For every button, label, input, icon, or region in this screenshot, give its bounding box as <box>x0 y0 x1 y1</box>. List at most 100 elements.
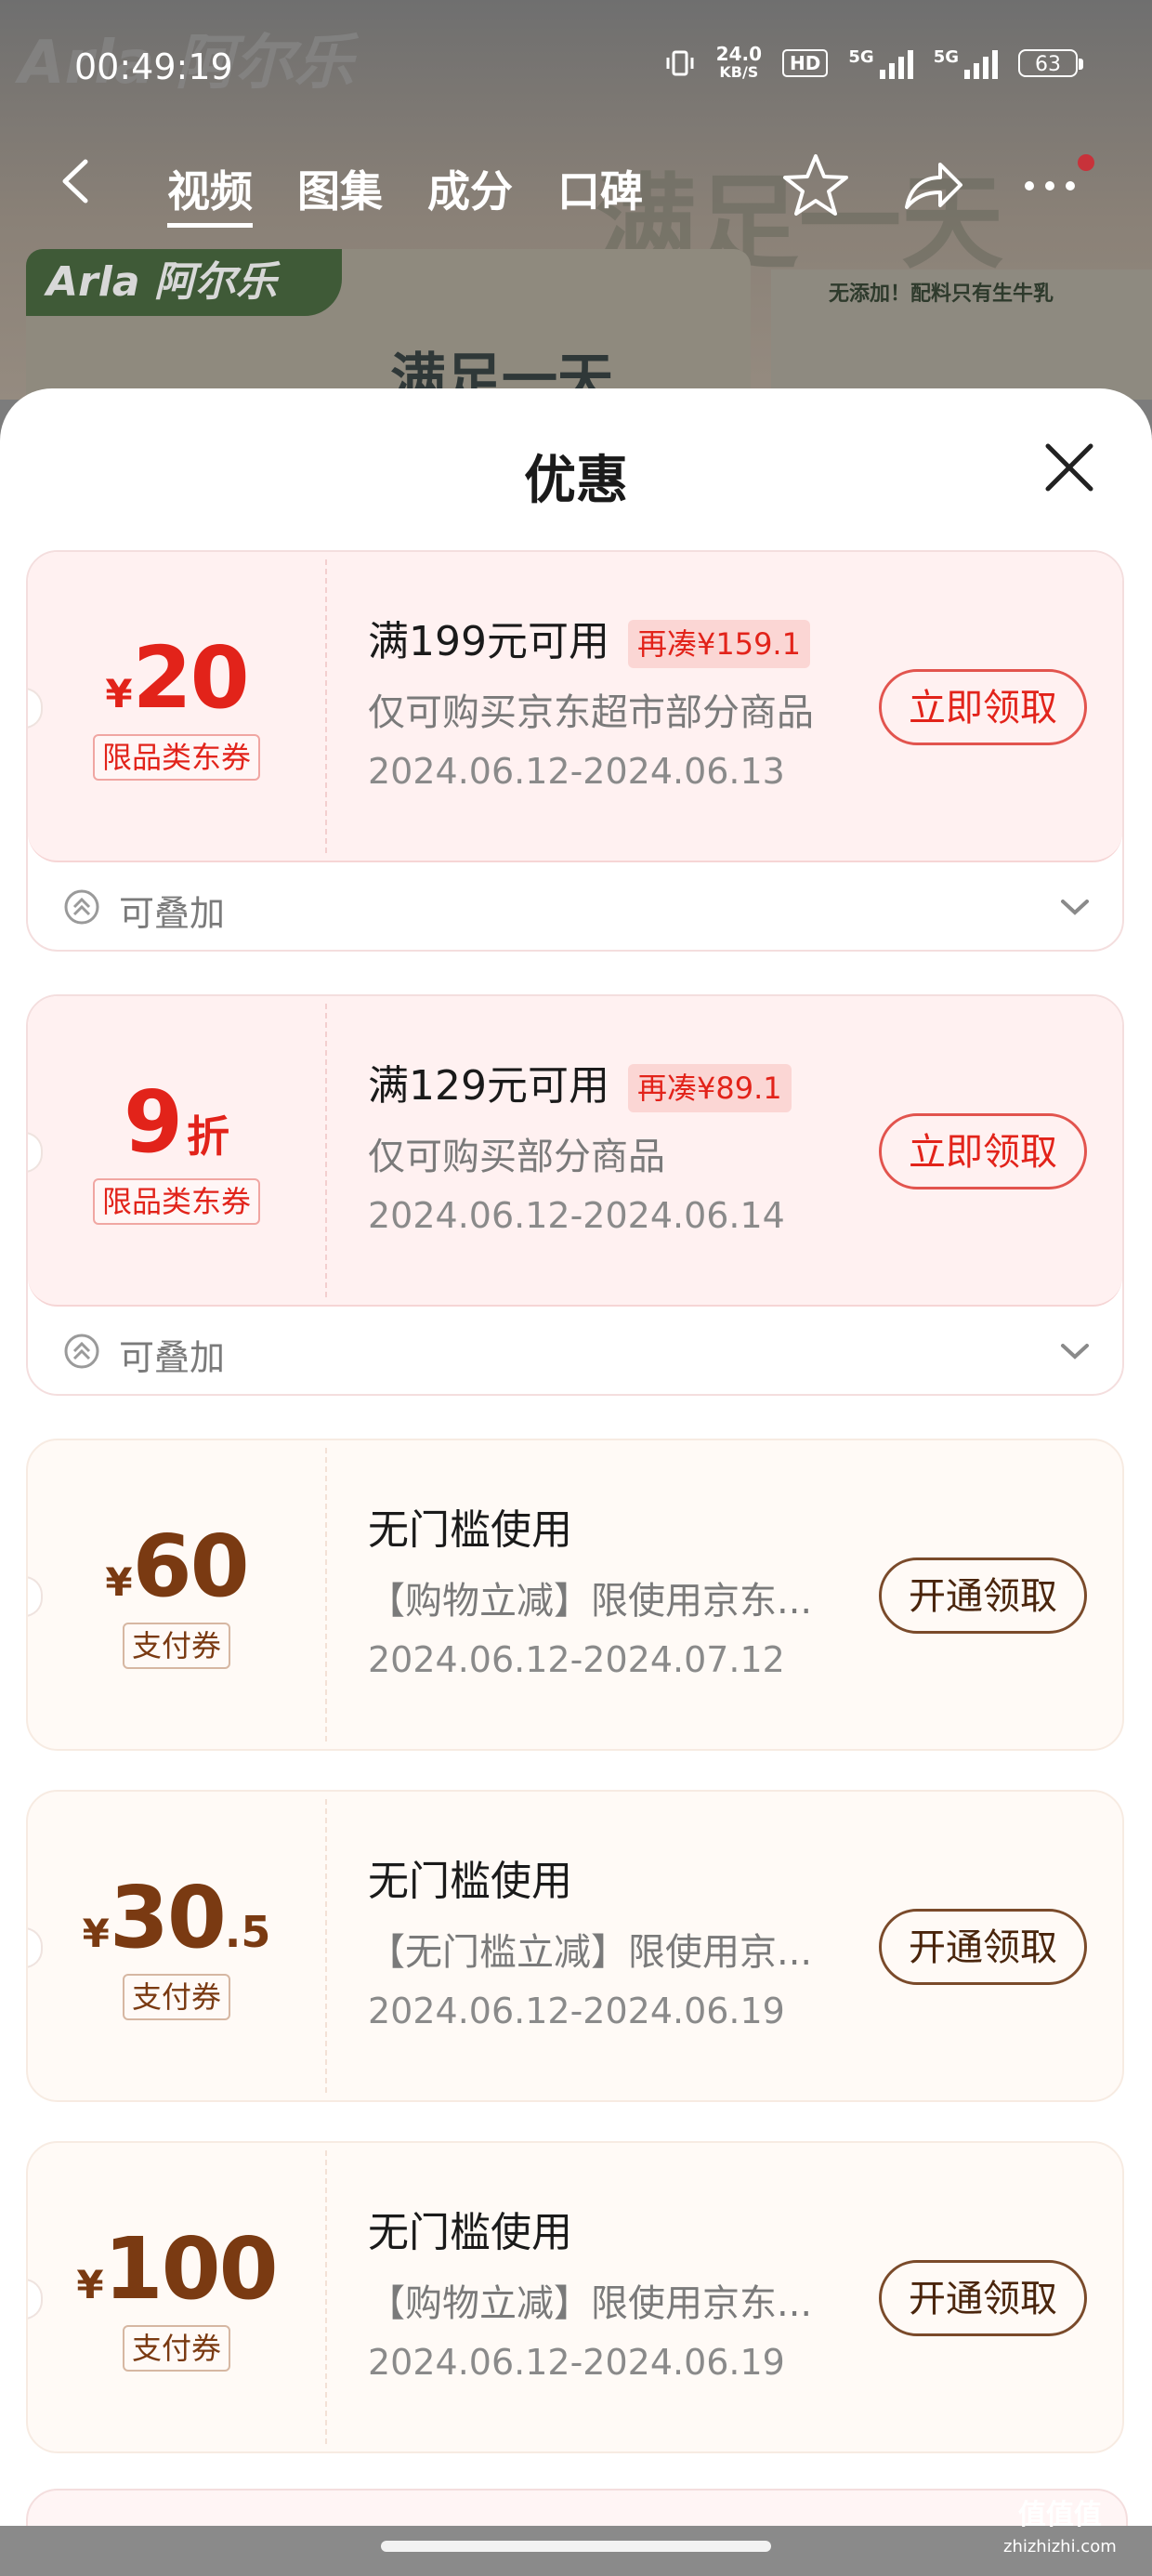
coupon-validity: 2024.06.12-2024.06.19 <box>368 1991 785 2031</box>
coupon-condition: 无门槛使用 <box>368 1858 572 1905</box>
coupon-card: ¥60 支付券 无门槛使用 【购物立减】限使用京东... 2024.06.12-… <box>26 1439 1124 1751</box>
notification-dot <box>1078 154 1094 171</box>
coupon-amount: ¥60 <box>28 1517 325 1616</box>
favorite-star-icon[interactable] <box>780 151 851 221</box>
coupon-validity: 2024.06.12-2024.06.13 <box>368 751 785 792</box>
coupon-currency: ¥ <box>105 671 133 716</box>
coupon-main: ¥30.5 支付券 无门槛使用 【无门槛立减】限使用京... 2024.06.1… <box>28 1792 1122 2100</box>
coupon-condition-text: 满199元可用 <box>368 618 609 665</box>
activate-claim-button[interactable]: 开通领取 <box>879 1557 1087 1634</box>
stackable-row[interactable]: 可叠加 <box>28 1307 1122 1396</box>
coupon-main: ¥20 限品类东券 满199元可用 再凑¥159.1 仅可购买京东超市部分商品 2… <box>28 552 1122 862</box>
coupon-unit: 折 <box>187 1111 229 1162</box>
coupon-scope: 仅可购买京东超市部分商品 <box>368 691 814 734</box>
topup-badge: 再凑¥159.1 <box>627 620 810 668</box>
watermark-domain: zhizhizhi.com <box>1003 2537 1117 2556</box>
coupon-card: ¥30.5 支付券 无门槛使用 【无门槛立减】限使用京... 2024.06.1… <box>26 1790 1124 2102</box>
coupon-type-label: 限品类东券 <box>92 734 260 781</box>
stackable-icon <box>64 1334 99 1369</box>
signal-1-label: 5G <box>848 47 874 67</box>
coupon-type-label: 支付券 <box>122 2325 230 2372</box>
coupon-divider <box>325 2150 327 2444</box>
topup-badge: 再凑¥89.1 <box>627 1064 792 1112</box>
stackable-icon <box>64 889 99 925</box>
coupon-scope: 【无门槛立减】限使用京... <box>368 1931 813 1974</box>
activate-claim-button[interactable]: 开通领取 <box>879 1909 1087 1985</box>
coupon-value: 30 <box>109 1868 227 1967</box>
coupon-type-tag: 支付券 <box>28 1623 325 1669</box>
home-indicator[interactable] <box>381 2541 771 2552</box>
coupon-condition: 无门槛使用 <box>368 1506 572 1554</box>
claim-button[interactable]: 立即领取 <box>879 669 1087 745</box>
coupon-main: ¥100 支付券 无门槛使用 【购物立减】限使用京东... 2024.06.12… <box>28 2143 1122 2451</box>
network-speed: 24.0 KB/S <box>716 45 762 82</box>
coupon-main: ¥60 支付券 无门槛使用 【购物立减】限使用京东... 2024.06.12-… <box>28 1440 1122 1749</box>
coupon-scope: 【购物立减】限使用京东... <box>368 2282 813 2325</box>
coupon-type-label: 支付券 <box>122 1623 230 1669</box>
more-icon[interactable] <box>1013 153 1087 218</box>
activate-claim-button[interactable]: 开通领取 <box>879 2260 1087 2336</box>
close-icon[interactable] <box>1042 440 1096 494</box>
brand-logo: Arla 阿尔乐 <box>26 249 342 316</box>
site-watermark: 值值值 zhizhizhi.com <box>1003 2500 1117 2563</box>
chevron-down-icon[interactable] <box>1059 1340 1091 1362</box>
network-speed-unit: KB/S <box>719 63 759 81</box>
tab-video[interactable]: 视频 <box>167 158 253 228</box>
tab-ingredients[interactable]: 成分 <box>427 158 513 228</box>
coupon-amount: 9折 <box>28 1072 325 1172</box>
signal-1-icon: 5G <box>848 47 913 79</box>
coupon-sheet: 优惠 ¥20 限品类东券 满199元可用 再凑¥159.1 仅可购买京东超市部分商… <box>0 388 1152 2576</box>
coupon-main: 9折 限品类东券 满129元可用 再凑¥89.1 仅可购买部分商品 2024.06… <box>28 996 1122 1307</box>
coupon-value: 9 <box>123 1072 183 1172</box>
coupon-amount: ¥30.5 <box>28 1868 325 1967</box>
coupon-type-tag: 限品类东券 <box>28 1178 325 1225</box>
coupon-decimal: .5 <box>224 1907 271 1957</box>
signal-2-label: 5G <box>933 47 959 67</box>
status-icons: 24.0 KB/S HD 5G 5G 63 <box>664 45 1083 82</box>
coupon-card: 9折 限品类东券 满129元可用 再凑¥89.1 仅可购买部分商品 2024.06… <box>26 994 1124 1396</box>
coupon-amount: ¥20 <box>28 628 325 728</box>
coupon-card: ¥20 限品类东券 满199元可用 再凑¥159.1 仅可购买京东超市部分商品 2… <box>26 550 1124 952</box>
coupon-validity: 2024.06.12-2024.06.19 <box>368 2342 785 2383</box>
coupon-condition-text: 满129元可用 <box>368 1062 609 1110</box>
coupon-value: 100 <box>103 2219 279 2319</box>
vibrate-icon <box>666 50 694 76</box>
coupon-validity: 2024.06.12-2024.07.12 <box>368 1639 785 1680</box>
coupon-condition: 满199元可用 再凑¥159.1 <box>368 608 810 668</box>
share-icon[interactable] <box>899 153 964 218</box>
coupon-condition: 满129元可用 再凑¥89.1 <box>368 1052 792 1112</box>
tab-reviews[interactable]: 口碑 <box>557 158 643 228</box>
coupon-value: 20 <box>132 628 250 728</box>
battery-icon: 63 <box>1018 49 1083 77</box>
coupon-type-tag: 支付券 <box>28 2325 325 2372</box>
coupon-card: ¥100 支付券 无门槛使用 【购物立减】限使用京东... 2024.06.12… <box>26 2141 1124 2453</box>
claim-button[interactable]: 立即领取 <box>879 1113 1087 1189</box>
coupon-scope: 【购物立减】限使用京东... <box>368 1580 813 1623</box>
hd-badge: HD <box>782 49 829 77</box>
coupon-type-tag: 限品类东券 <box>28 734 325 781</box>
signal-2-icon: 5G <box>934 47 998 79</box>
stackable-label: 可叠加 <box>119 893 226 934</box>
product-banner-text: 无添加！配料只有生牛乳 <box>829 283 1054 306</box>
network-speed-value: 24.0 <box>715 43 763 65</box>
coupon-divider <box>325 1004 327 1297</box>
product-tabs: 视频 图集 成分 口碑 <box>167 158 643 228</box>
coupon-condition: 无门槛使用 <box>368 2209 572 2256</box>
coupon-type-tag: 支付券 <box>28 1974 325 2020</box>
stackable-row[interactable]: 可叠加 <box>28 862 1122 952</box>
coupon-type-label: 支付券 <box>122 1974 230 2020</box>
coupon-currency: ¥ <box>82 1911 110 1956</box>
sheet-title: 优惠 <box>524 451 628 511</box>
watermark-title: 值值值 <box>1017 2499 1102 2531</box>
coupon-value: 60 <box>132 1517 250 1616</box>
coupon-divider <box>325 1799 327 2093</box>
coupon-validity: 2024.06.12-2024.06.14 <box>368 1195 785 1236</box>
coupon-currency: ¥ <box>105 1559 133 1605</box>
status-time: 00:49:19 <box>74 46 233 87</box>
coupon-divider <box>325 1448 327 1741</box>
chevron-down-icon[interactable] <box>1059 896 1091 918</box>
tab-gallery[interactable]: 图集 <box>297 158 383 228</box>
coupon-type-label: 限品类东券 <box>92 1178 260 1225</box>
back-icon[interactable] <box>56 158 93 204</box>
coupon-divider <box>325 559 327 853</box>
